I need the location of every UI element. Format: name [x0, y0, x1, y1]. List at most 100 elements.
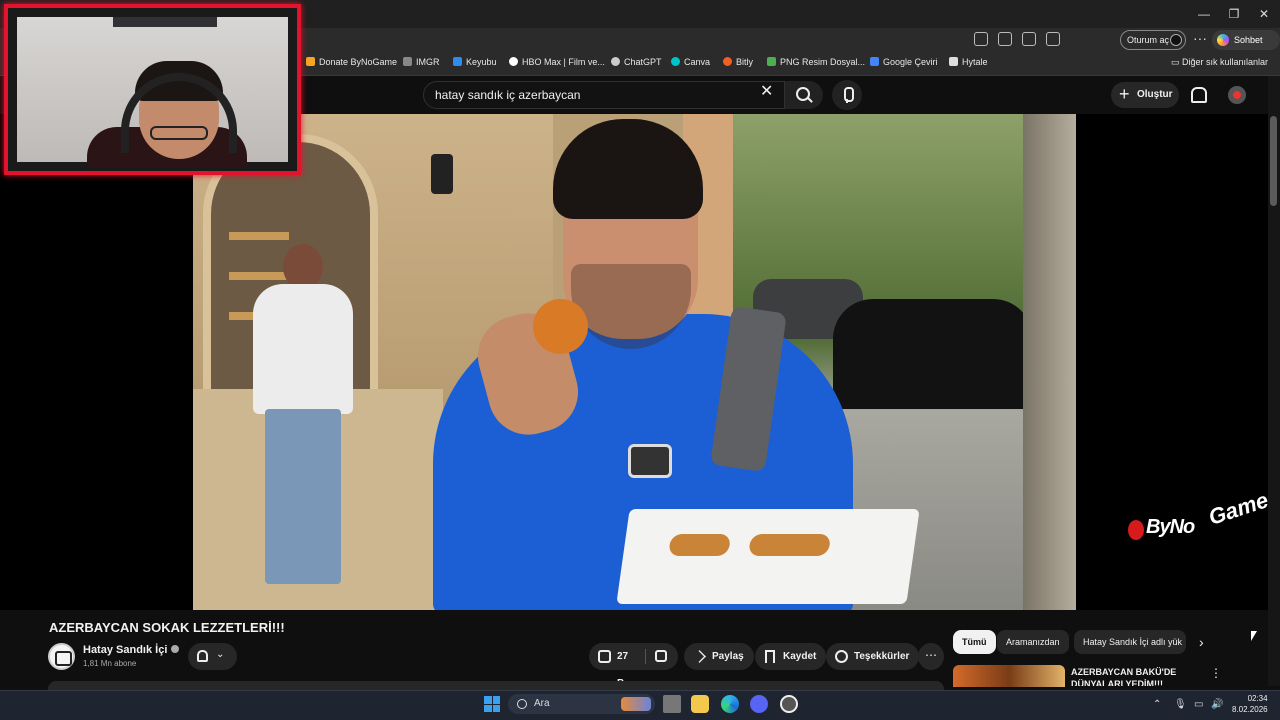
recommended-video-thumbnail[interactable]	[953, 665, 1065, 687]
wall-poster	[113, 17, 217, 27]
chip-all[interactable]: Tümü	[953, 630, 996, 654]
bookmark-favicon-icon	[611, 57, 620, 66]
taskbar-search-label: Ara	[534, 698, 550, 709]
other-bookmarks-label: Diğer sık kullanılanlar	[1181, 57, 1268, 67]
favorites-icon[interactable]	[1046, 32, 1060, 46]
bookmark-favicon-icon	[949, 57, 958, 66]
mouse-cursor-icon	[1251, 631, 1257, 641]
tray-chevron-icon[interactable]: ⌃	[1153, 699, 1161, 710]
favorite-star-icon[interactable]	[998, 32, 1012, 46]
clear-search-icon[interactable]: ✕	[760, 81, 773, 101]
tree-trunk	[1023, 114, 1076, 610]
bookmark-item[interactable]: HBO Max | Film ve...	[509, 57, 605, 67]
voice-search-icon[interactable]	[832, 80, 862, 110]
video-frame[interactable]	[193, 114, 1076, 610]
chip-label: Tümü	[962, 637, 987, 647]
bynogame-watermark-logo: ByNo Game	[1126, 487, 1272, 548]
discord-icon[interactable]	[750, 695, 768, 713]
bookmark-label: HBO Max | Film ve...	[522, 57, 605, 67]
close-window-button[interactable]: ✕	[1246, 4, 1280, 24]
app-available-icon[interactable]	[974, 32, 988, 46]
bookmark-favicon-icon	[870, 57, 879, 66]
held-pastry	[533, 299, 588, 354]
chevron-right-icon[interactable]: ›	[1199, 634, 1204, 650]
scrollbar-thumb[interactable]	[1270, 116, 1277, 206]
like-button[interactable]: 27 B	[589, 643, 645, 689]
sign-in-button[interactable]: Oturum aç	[1120, 30, 1186, 50]
bookmark-label: PNG Resim Dosyal...	[780, 57, 866, 67]
extensions-icon[interactable]	[1022, 32, 1036, 46]
notifications-bell-icon[interactable]	[1189, 86, 1207, 103]
bookmark-favicon-icon	[306, 57, 315, 66]
save-button[interactable]: Kaydet	[755, 643, 827, 670]
bell-icon	[197, 650, 208, 662]
pastry	[748, 534, 832, 556]
bookmark-item[interactable]: Keyubu	[453, 57, 497, 67]
create-button[interactable]: Oluştur	[1111, 81, 1179, 108]
bookmark-favicon-icon	[723, 57, 732, 66]
share-icon	[693, 650, 706, 663]
subscription-bell-button[interactable]: ⌄	[188, 643, 237, 670]
super-thanks-icon	[835, 650, 848, 663]
taskbar-search[interactable]: Ara	[508, 694, 655, 714]
chip-channel-uploads[interactable]: Hatay Sandık İçi adlı yük	[1074, 630, 1186, 654]
webcam-overlay	[4, 4, 301, 175]
app-icon[interactable]	[780, 695, 798, 713]
subscriber-count: 1,81 Mn abone	[83, 659, 137, 668]
recommended-video-title[interactable]: AZERBAYCAN BAKÜ'DE DÜNYALARI YEDİM!!!	[1071, 666, 1201, 686]
windows-start-icon[interactable]	[484, 696, 500, 712]
bookmark-item[interactable]: Hytale	[949, 57, 988, 67]
task-view-icon[interactable]	[663, 695, 681, 713]
dislike-button[interactable]	[645, 643, 678, 670]
webcam-feed	[17, 17, 288, 167]
save-label: Kaydet	[783, 651, 817, 662]
chip-from-search[interactable]: Aramanızdan	[997, 630, 1069, 654]
figure-jeans	[265, 409, 341, 584]
bookmark-item[interactable]: ChatGPT	[611, 57, 662, 67]
channel-avatar[interactable]	[48, 643, 75, 670]
volume-icon[interactable]: 🔊	[1211, 699, 1223, 710]
parked-car	[833, 299, 1033, 409]
toolbar-icons	[974, 32, 1060, 46]
clock-time: 02:34	[1247, 694, 1268, 703]
file-explorer-icon[interactable]	[691, 695, 709, 713]
taskbar-clock[interactable]: 02:34 8.02.2026	[1232, 693, 1268, 715]
bookmark-item[interactable]: Canva	[671, 57, 710, 67]
sign-in-label: Oturum aç	[1127, 35, 1170, 45]
pastry	[668, 534, 732, 556]
page-scrollbar[interactable]	[1268, 76, 1280, 686]
share-label: Paylaş	[712, 651, 744, 662]
bookmark-favicon-icon	[509, 57, 518, 66]
browser-menu-button[interactable]: ···	[1193, 30, 1207, 46]
copilot-button[interactable]: Sohbet et	[1212, 30, 1280, 65]
shelf	[229, 232, 289, 240]
bookmark-item[interactable]: Google Çeviri	[870, 57, 938, 67]
more-actions-button[interactable]: ⋯	[918, 643, 944, 670]
food-tray	[616, 509, 920, 604]
chip-label: Aramanızdan	[1006, 637, 1060, 647]
account-avatar[interactable]	[1228, 86, 1246, 104]
other-bookmarks-folder[interactable]: ▭ Diğer sık kullanılanlar	[1171, 57, 1268, 68]
video-title: AZERBAYCAN SOKAK LEZZETLERİ!!!	[49, 620, 285, 635]
microphone-icon[interactable]: 🎙	[1174, 699, 1187, 710]
bookmark-item[interactable]: IMGR	[403, 57, 440, 67]
watermark-text: Game	[1205, 487, 1272, 530]
channel-name-text: Hatay Sandık İçi	[83, 644, 168, 656]
search-button[interactable]	[785, 81, 823, 109]
bookmark-favicon-icon	[671, 57, 680, 66]
chip-label: Hatay Sandık İçi adlı yük	[1083, 637, 1183, 647]
channel-name[interactable]: Hatay Sandık İçi	[83, 644, 180, 656]
network-icon[interactable]: ▭	[1194, 699, 1203, 710]
thanks-button[interactable]: Teşekkürler	[826, 643, 920, 670]
bookmark-icon	[765, 650, 775, 663]
search-input[interactable]: hatay sandık iç azerbaycan	[423, 81, 785, 109]
bookmark-favicon-icon	[403, 57, 412, 66]
edge-browser-icon[interactable]	[721, 695, 739, 713]
thanks-label: Teşekkürler	[854, 651, 910, 662]
watermark-text: ByNo	[1146, 516, 1195, 538]
bookmark-item[interactable]: Bitly	[723, 57, 753, 67]
recommendation-menu-icon[interactable]: ⋮	[1210, 666, 1222, 680]
bookmark-item[interactable]: PNG Resim Dosyal...	[767, 57, 865, 67]
bookmark-item[interactable]: Donate ByNoGame	[306, 57, 397, 67]
share-button[interactable]: Paylaş	[684, 643, 754, 670]
